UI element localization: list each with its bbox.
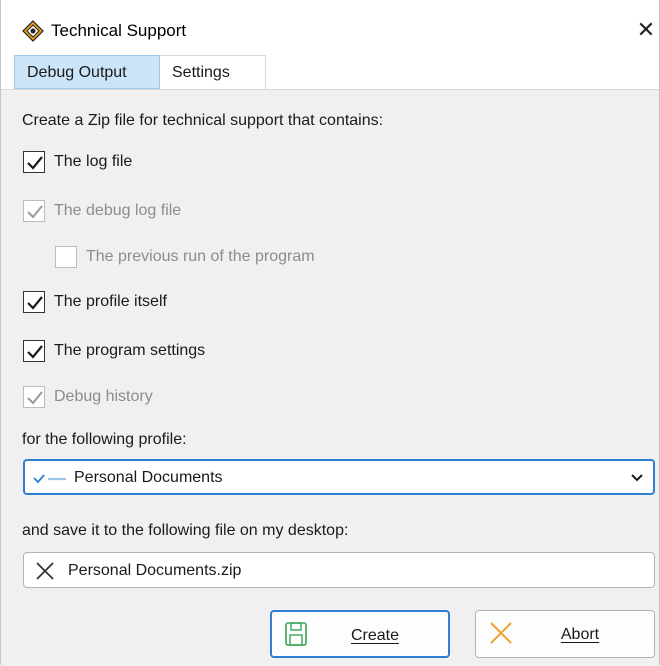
option-previous-run: The previous run of the program <box>55 243 315 271</box>
checkbox-checked-icon[interactable] <box>23 340 45 362</box>
option-profile-itself[interactable]: The profile itself <box>23 288 167 316</box>
chevron-down-icon <box>630 471 644 489</box>
checkbox-checked-icon[interactable] <box>23 291 45 313</box>
option-label: The log file <box>54 153 133 170</box>
option-program-settings[interactable]: The program settings <box>23 337 205 365</box>
window-title: Technical Support <box>51 21 187 40</box>
option-label: Debug history <box>54 388 153 405</box>
checkbox-checked-disabled-icon <box>23 200 45 222</box>
checkbox-checked-disabled-icon <box>23 386 45 408</box>
x-icon <box>34 560 56 587</box>
option-debug-log-file: The debug log file <box>23 197 181 225</box>
tab-debug-output[interactable]: Debug Output <box>14 55 160 89</box>
profile-select[interactable]: Personal Documents <box>23 459 655 495</box>
save-location-label: and save it to the following file on my … <box>22 522 349 539</box>
checkbox-checked-icon[interactable] <box>23 151 45 173</box>
option-label: The debug log file <box>54 202 182 219</box>
create-button[interactable]: Create <box>270 610 450 658</box>
create-button-label: Create <box>350 627 400 644</box>
option-debug-history: Debug history <box>23 383 153 411</box>
debug-output-panel: Create a Zip file for technical support … <box>1 89 659 666</box>
option-label: The program settings <box>54 342 206 359</box>
option-log-file[interactable]: The log file <box>23 148 132 176</box>
file-name-value: Personal Documents.zip <box>68 562 242 579</box>
profile-label: for the following profile: <box>22 431 187 448</box>
tab-bar: Debug Output Settings <box>1 50 659 90</box>
technical-support-dialog: Technical Support ✕ Debug Output Setting… <box>0 0 660 666</box>
checkbox-unchecked-disabled-icon <box>55 246 77 268</box>
tab-settings[interactable]: Settings <box>160 55 266 89</box>
intro-text: Create a Zip file for technical support … <box>22 112 384 129</box>
file-name-field[interactable]: Personal Documents.zip <box>23 552 655 588</box>
profile-select-value: Personal Documents <box>74 469 223 486</box>
option-label: The previous run of the program <box>86 248 315 265</box>
profile-check-dash-icon <box>33 472 67 490</box>
abort-button[interactable]: Abort <box>475 610 655 658</box>
close-icon[interactable]: ✕ <box>633 14 659 46</box>
app-diamond-icon <box>22 20 44 42</box>
abort-button-label: Abort <box>560 626 600 643</box>
option-label: The profile itself <box>54 293 167 310</box>
